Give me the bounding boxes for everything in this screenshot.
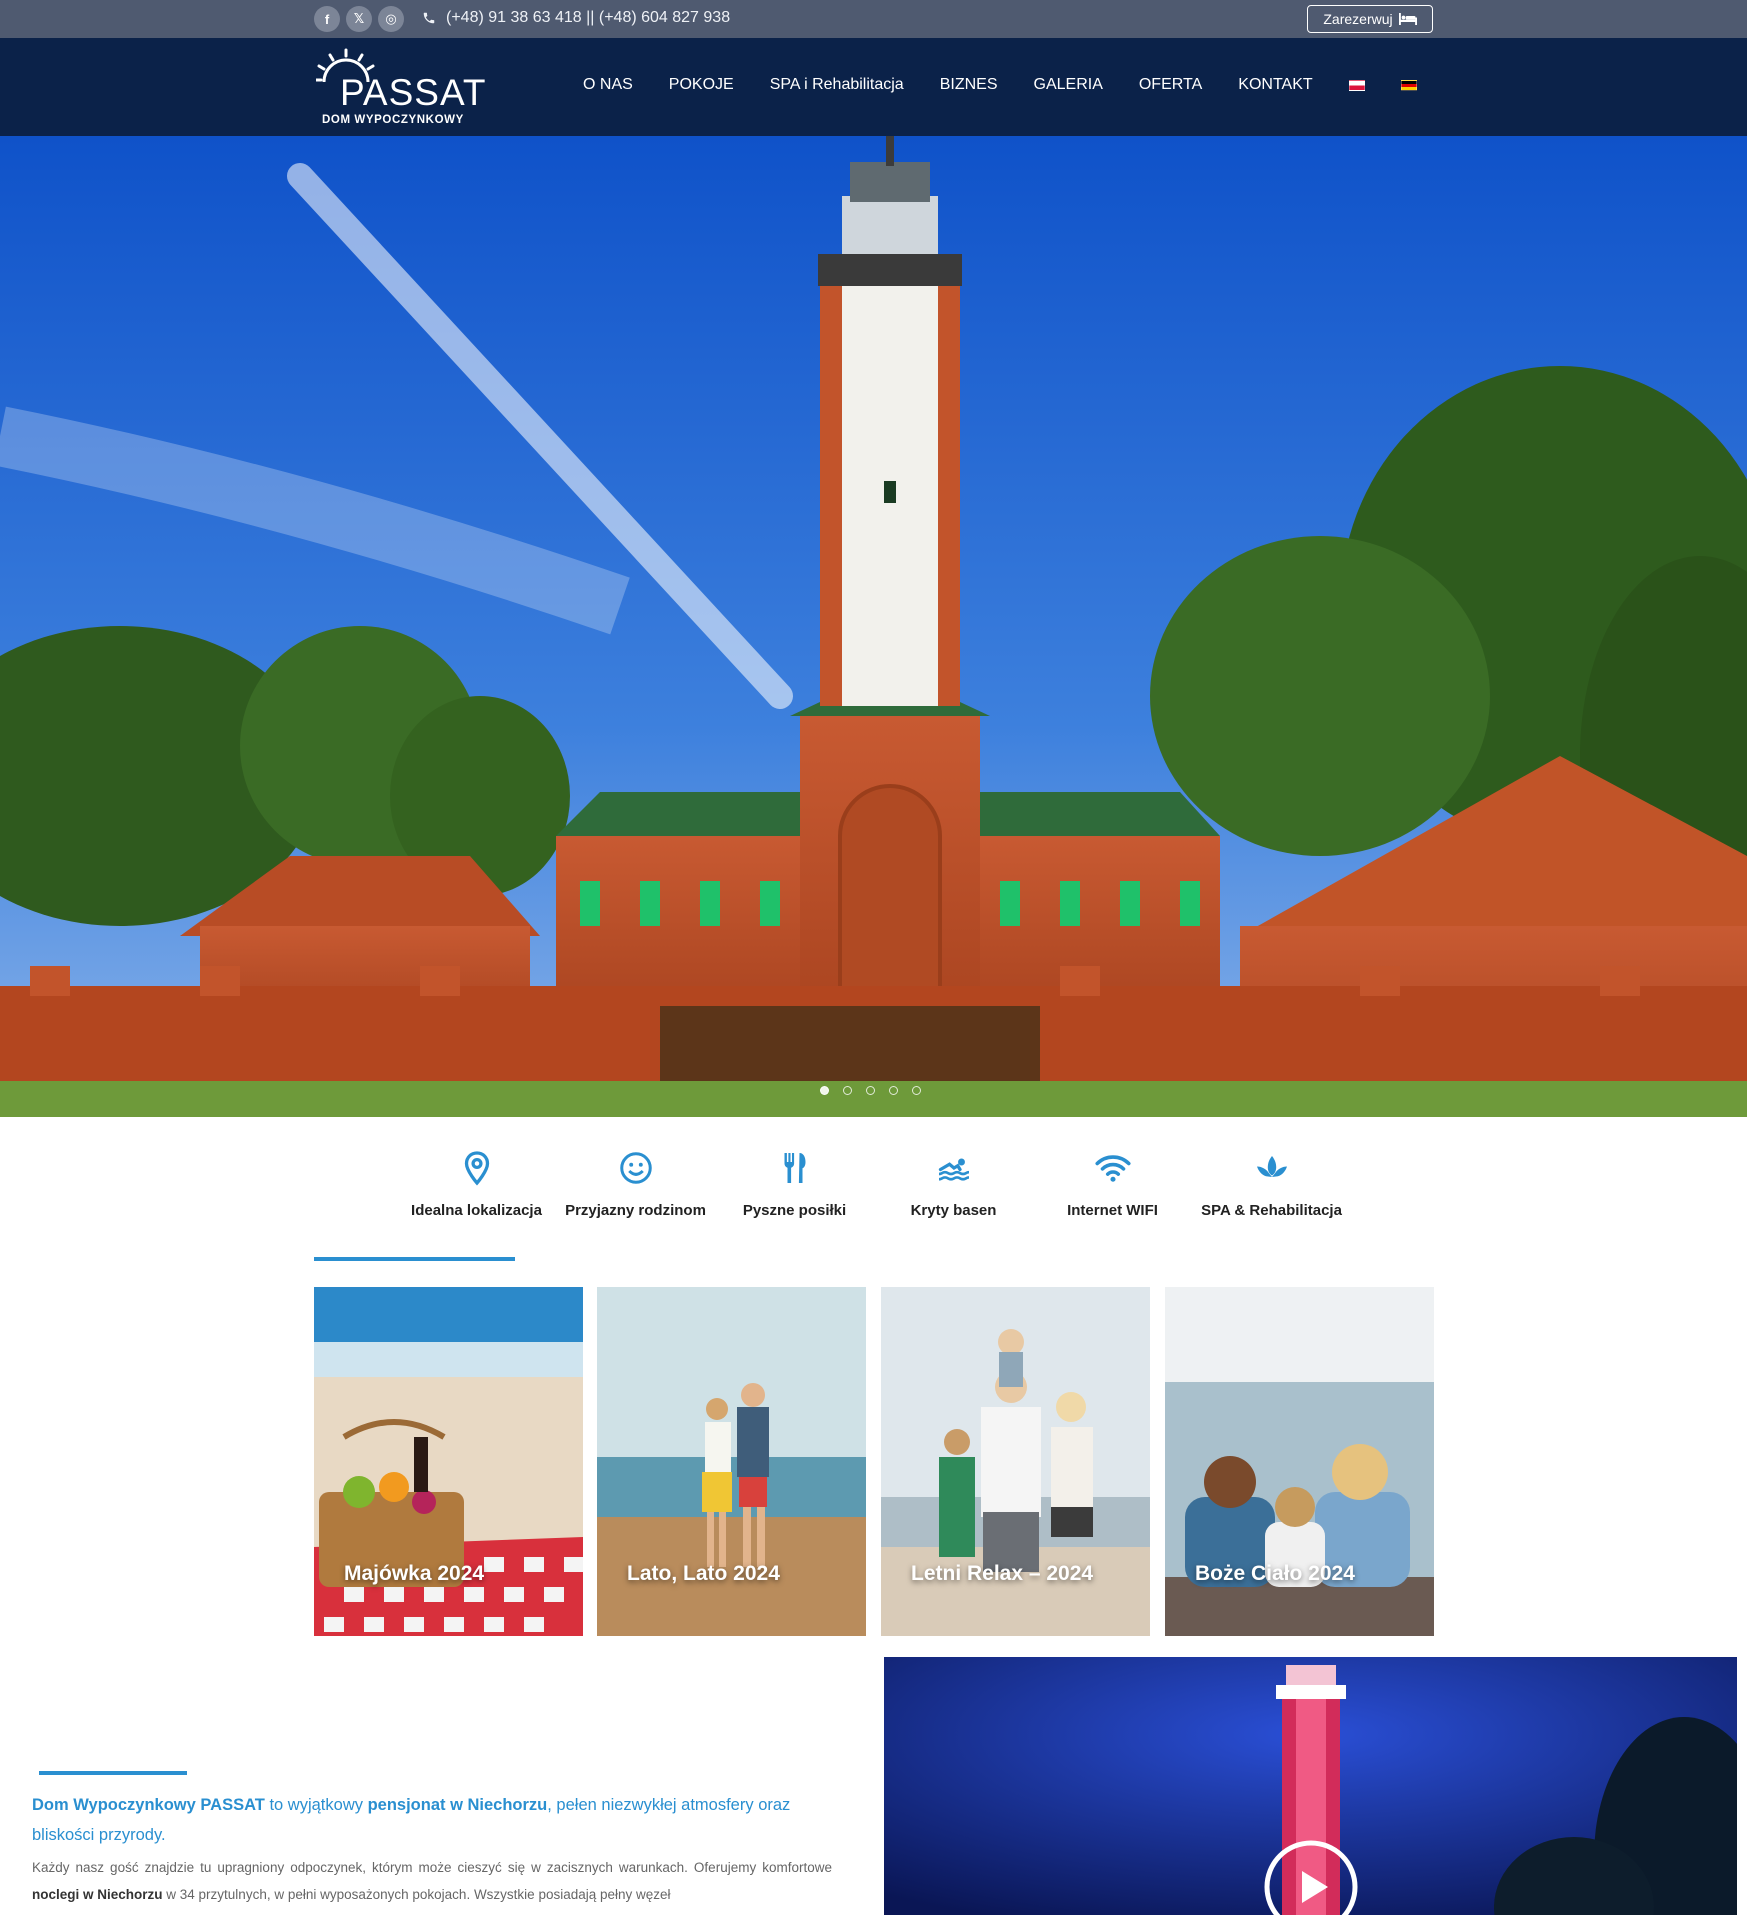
lotus-icon	[1256, 1156, 1287, 1177]
about-text-part: Każdy nasz gość znajdzie tu upragniony o…	[32, 1860, 832, 1875]
about-lead-part: to wyjątkowy	[264, 1796, 368, 1814]
feature-label: Przyjazny rodzinom	[565, 1202, 706, 1219]
slider-dot[interactable]	[912, 1086, 921, 1095]
offer-card-majowka[interactable]: Majówka 2024	[314, 1287, 583, 1636]
nav-item-galeria[interactable]: GALERIA	[1034, 76, 1103, 94]
feature-label: Internet WIFI	[1067, 1202, 1158, 1219]
feature-label: Pyszne posiłki	[742, 1202, 847, 1219]
nav-item-biznes[interactable]: BIZNES	[940, 76, 998, 94]
feature-label: Idealna lokalizacja	[411, 1202, 542, 1219]
features-row: Idealna lokalizacja Przyjazny rodzinom P…	[397, 1150, 1351, 1219]
feature-wifi[interactable]: Internet WIFI	[1033, 1150, 1192, 1219]
slider-dot[interactable]	[866, 1086, 875, 1095]
phone-text: (+48) 91 38 63 418 || (+48) 604 827 938	[446, 9, 731, 26]
phone-numbers[interactable]: (+48) 91 38 63 418 || (+48) 604 827 938	[422, 9, 730, 27]
social-links: f 𝕏 ◎	[314, 6, 404, 32]
main-nav: O NAS POKOJE SPA i Rehabilitacja BIZNES …	[583, 76, 1453, 94]
feature-family[interactable]: Przyjazny rodzinom	[556, 1150, 715, 1219]
slider-dot[interactable]	[889, 1086, 898, 1095]
about-lead-keyword: pensjonat w Niechorzu	[367, 1796, 548, 1814]
nav-item-spa[interactable]: SPA i Rehabilitacja	[770, 76, 904, 94]
swimmer-icon	[938, 1158, 969, 1181]
about-text-part: w 34 przytulnych, w pełni wyposażonych p…	[162, 1887, 671, 1902]
offer-title: Boże Ciało 2024	[1195, 1562, 1355, 1585]
about-text-keyword: noclegi w Niechorzu	[32, 1887, 163, 1902]
bed-icon	[1398, 13, 1417, 25]
phone-icon	[423, 12, 435, 24]
wifi-icon	[1094, 1155, 1131, 1182]
offer-title: Majówka 2024	[344, 1562, 485, 1585]
flag-pl-icon[interactable]	[1348, 79, 1365, 91]
feature-active-underline	[314, 1257, 515, 1261]
logo-name: PASSAT	[340, 72, 487, 113]
slider-dot[interactable]	[820, 1086, 829, 1095]
smiley-icon	[619, 1152, 652, 1184]
cutlery-icon	[784, 1153, 805, 1183]
about-text: Każdy nasz gość znajdzie tu upragniony o…	[32, 1854, 832, 1908]
main-header: PASSAT DOM WYPOCZYNKOWY O NAS POKOJE SPA…	[0, 38, 1747, 136]
offer-card-boze-cialo[interactable]: Boże Ciało 2024	[1165, 1287, 1434, 1636]
flag-de-icon[interactable]	[1400, 79, 1417, 91]
book-button[interactable]: Zarezerwuj	[1307, 5, 1433, 33]
feature-spa[interactable]: SPA & Rehabilitacja	[1192, 1150, 1351, 1219]
logo-subtitle: DOM WYPOCZYNKOWY	[322, 114, 464, 126]
lighthouse-night-image	[884, 1657, 1737, 1915]
offer-title: Letni Relax – 2024	[911, 1562, 1094, 1585]
slider-dot[interactable]	[843, 1086, 852, 1095]
offer-card-lato[interactable]: Lato, Lato 2024	[597, 1287, 866, 1636]
hero-lighthouse-image	[0, 136, 1747, 1117]
slider-dots	[820, 1086, 921, 1095]
page: f 𝕏 ◎ (+48) 91 38 63 418 || (+48) 604 82…	[0, 0, 1747, 1915]
top-bar: f 𝕏 ◎ (+48) 91 38 63 418 || (+48) 604 82…	[0, 0, 1747, 38]
about-accent-line	[39, 1771, 187, 1775]
video-player[interactable]	[884, 1657, 1737, 1915]
offer-title: Lato, Lato 2024	[627, 1562, 780, 1585]
facebook-icon[interactable]: f	[314, 6, 340, 32]
hero-slider[interactable]	[0, 136, 1747, 1117]
offer-card-letni-relax[interactable]: Letni Relax – 2024	[881, 1287, 1150, 1636]
nav-item-oferta[interactable]: OFERTA	[1139, 76, 1202, 94]
nav-item-kontakt[interactable]: KONTAKT	[1238, 76, 1312, 94]
feature-location[interactable]: Idealna lokalizacja	[397, 1150, 556, 1219]
nav-item-pokoje[interactable]: POKOJE	[669, 76, 734, 94]
feature-pool[interactable]: Kryty basen	[874, 1150, 1033, 1219]
nav-item-o-nas[interactable]: O NAS	[583, 76, 633, 94]
about-lead: Dom Wypoczynkowy PASSAT to wyjątkowy pen…	[32, 1790, 832, 1850]
x-icon[interactable]: 𝕏	[346, 6, 372, 32]
book-label: Zarezerwuj	[1323, 11, 1393, 27]
feature-label: SPA & Rehabilitacja	[1201, 1202, 1342, 1219]
about-lead-brand: Dom Wypoczynkowy PASSAT	[32, 1796, 265, 1814]
feature-meals[interactable]: Pyszne posiłki	[715, 1150, 874, 1219]
feature-label: Kryty basen	[910, 1202, 997, 1219]
location-pin-icon	[464, 1151, 489, 1186]
logo[interactable]: PASSAT DOM WYPOCZYNKOWY	[316, 48, 486, 128]
instagram-icon[interactable]: ◎	[378, 6, 404, 32]
